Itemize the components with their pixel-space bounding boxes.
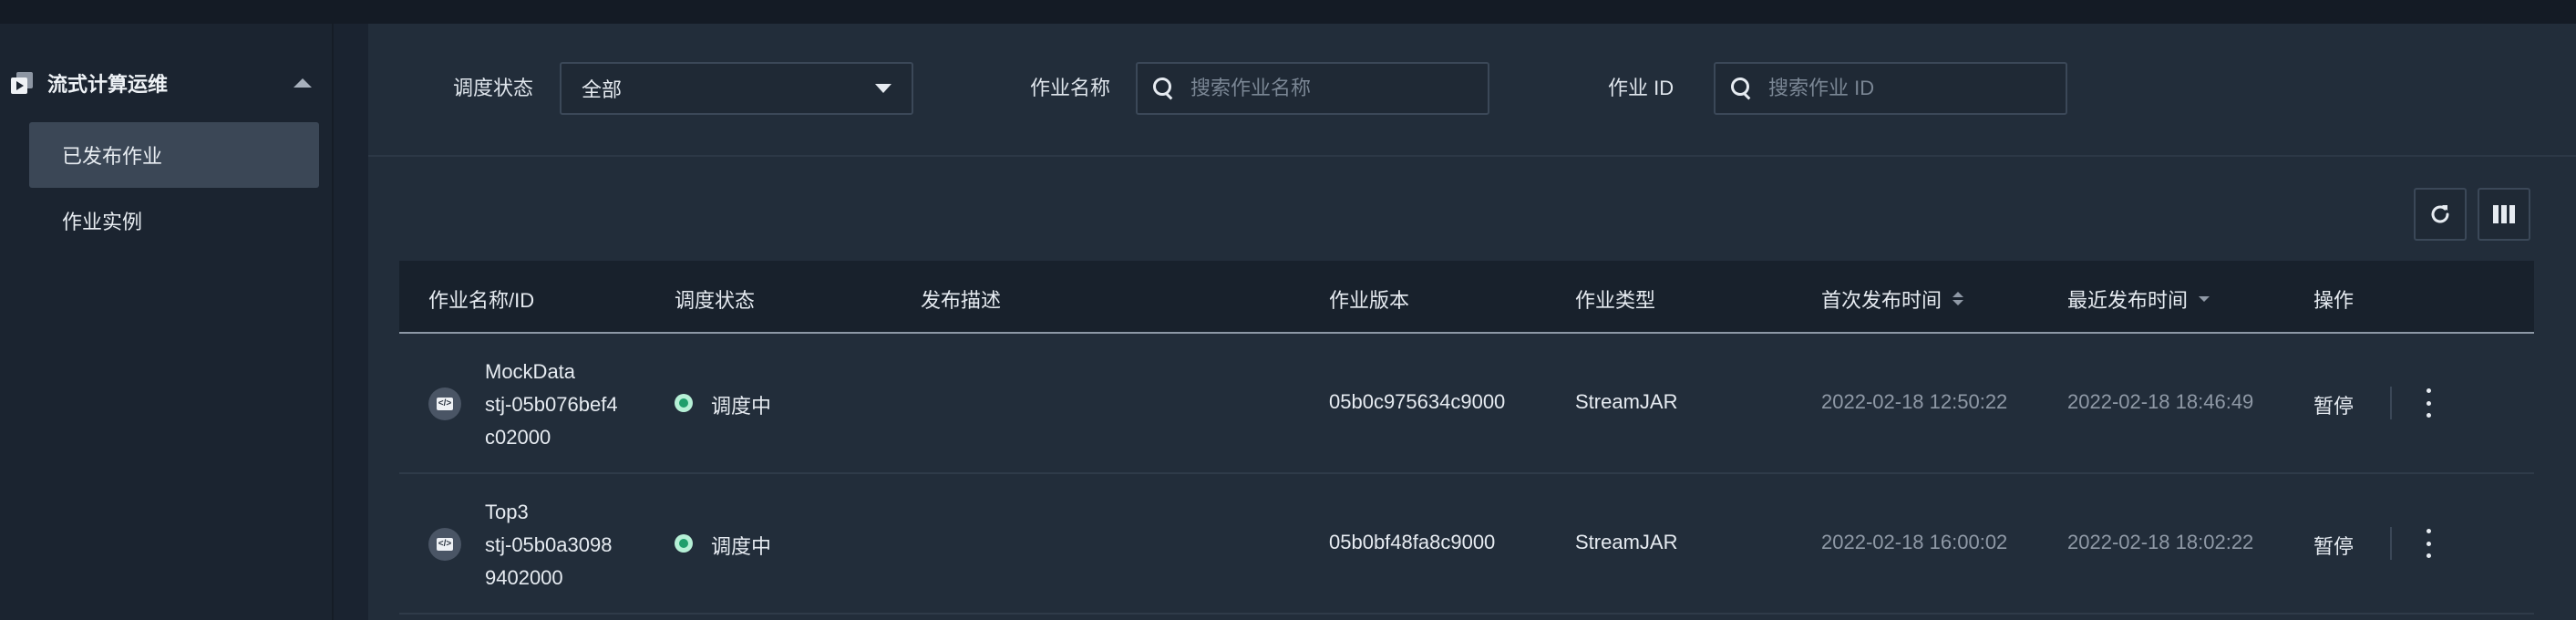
job-name-id: Top3 stj-05b0a3098 9402000 — [485, 496, 640, 594]
sidebar-item-job-instances[interactable]: 作业实例 — [29, 188, 319, 253]
status-text: 调度中 — [711, 535, 772, 558]
schedule-status-label: 调度状态 — [453, 77, 534, 99]
table-row: </> MockData stj-05b076bef4 c02000 调度中 0… — [399, 334, 2534, 474]
job-name-id: MockData stj-05b076bef4 c02000 — [485, 356, 640, 454]
col-last-publish-label: 最近发布时间 — [2067, 289, 2189, 312]
refresh-icon — [2431, 205, 2449, 223]
more-actions-icon[interactable] — [2425, 388, 2432, 418]
sidebar-item-label: 作业实例 — [62, 211, 143, 233]
pause-button[interactable]: 暂停 — [2313, 531, 2354, 560]
job-type: StreamJAR — [1575, 531, 1678, 553]
col-type: 作业类型 — [1575, 289, 1656, 312]
schedule-status-select[interactable]: 全部 — [560, 62, 913, 115]
main-content: 调度状态 全部 作业名称 作业 ID 作业名称/ID — [368, 24, 2576, 620]
code-job-icon: </> — [428, 528, 461, 561]
status-text: 调度中 — [711, 395, 772, 418]
action-divider — [2390, 387, 2392, 419]
sidebar-item-published-jobs[interactable]: 已发布作业 — [29, 122, 319, 188]
col-first-publish[interactable]: 首次发布时间 — [1821, 284, 1964, 314]
job-name-search[interactable] — [1136, 62, 1489, 115]
schedule-status-value: 全部 — [582, 78, 623, 101]
sort-icon[interactable] — [1953, 292, 1964, 306]
collapse-caret-icon[interactable] — [294, 78, 312, 88]
job-type: StreamJAR — [1575, 390, 1678, 413]
sidebar-item-label: 已发布作业 — [62, 145, 163, 168]
sidebar-group-stream-ops[interactable]: 流式计算运维 — [11, 62, 312, 104]
first-publish-time: 2022-02-18 12:50:22 — [1821, 390, 2008, 413]
stream-compute-icon — [11, 72, 33, 94]
sort-desc-icon[interactable] — [2199, 292, 2210, 306]
version: 05b0bf48fa8c9000 — [1329, 531, 1496, 553]
pause-button[interactable]: 暂停 — [2313, 390, 2354, 419]
col-name-id: 作业名称/ID — [428, 289, 535, 312]
col-version: 作业版本 — [1329, 289, 1410, 312]
col-first-publish-label: 首次发布时间 — [1821, 289, 1942, 312]
job-id-line1: stj-05b0a3098 — [485, 533, 613, 556]
search-icon — [1152, 77, 1176, 100]
job-name-input[interactable] — [1190, 77, 1464, 100]
col-status: 调度状态 — [675, 289, 756, 312]
last-publish-time: 2022-02-18 18:46:49 — [2067, 390, 2254, 413]
jobs-table: 作业名称/ID 调度状态 发布描述 作业版本 作业类型 首次发布时间 最近发布时… — [399, 261, 2534, 615]
job-name: MockData — [485, 360, 576, 383]
job-id-input[interactable] — [1768, 77, 2042, 100]
job-name: Top3 — [485, 501, 529, 523]
job-id-line2: c02000 — [485, 426, 551, 449]
table-row: </> Top3 stj-05b0a3098 9402000 调度中 05b0b… — [399, 474, 2534, 615]
job-id-label: 作业 ID — [1608, 77, 1674, 99]
code-job-icon: </> — [428, 388, 461, 420]
chevron-down-icon — [875, 84, 891, 93]
job-id-line1: stj-05b076bef4 — [485, 393, 618, 416]
sidebar: 流式计算运维 已发布作业 作业实例 — [0, 24, 334, 620]
filter-bar: 调度状态 全部 作业名称 作业 ID — [368, 24, 2576, 157]
action-divider — [2390, 527, 2392, 560]
job-id-line2: 9402000 — [485, 566, 563, 589]
last-publish-time: 2022-02-18 18:02:22 — [2067, 531, 2254, 553]
job-id-search[interactable] — [1714, 62, 2067, 115]
search-icon — [1730, 77, 1754, 100]
sidebar-group-label: 流式计算运维 — [47, 73, 169, 96]
columns-settings-button[interactable] — [2478, 188, 2530, 241]
col-last-publish[interactable]: 最近发布时间 — [2067, 284, 2210, 314]
col-description: 发布描述 — [921, 289, 1002, 312]
job-name-label: 作业名称 — [1030, 77, 1111, 99]
status-running-icon — [675, 534, 693, 553]
col-actions: 操作 — [2313, 289, 2354, 312]
status-running-icon — [675, 394, 693, 412]
table-header: 作业名称/ID 调度状态 发布描述 作业版本 作业类型 首次发布时间 最近发布时… — [399, 261, 2534, 334]
version: 05b0c975634c9000 — [1329, 390, 1506, 413]
refresh-button[interactable] — [2414, 188, 2467, 241]
first-publish-time: 2022-02-18 16:00:02 — [1821, 531, 2008, 553]
more-actions-icon[interactable] — [2425, 529, 2432, 558]
top-bar — [0, 0, 2576, 24]
columns-icon — [2493, 205, 2515, 223]
